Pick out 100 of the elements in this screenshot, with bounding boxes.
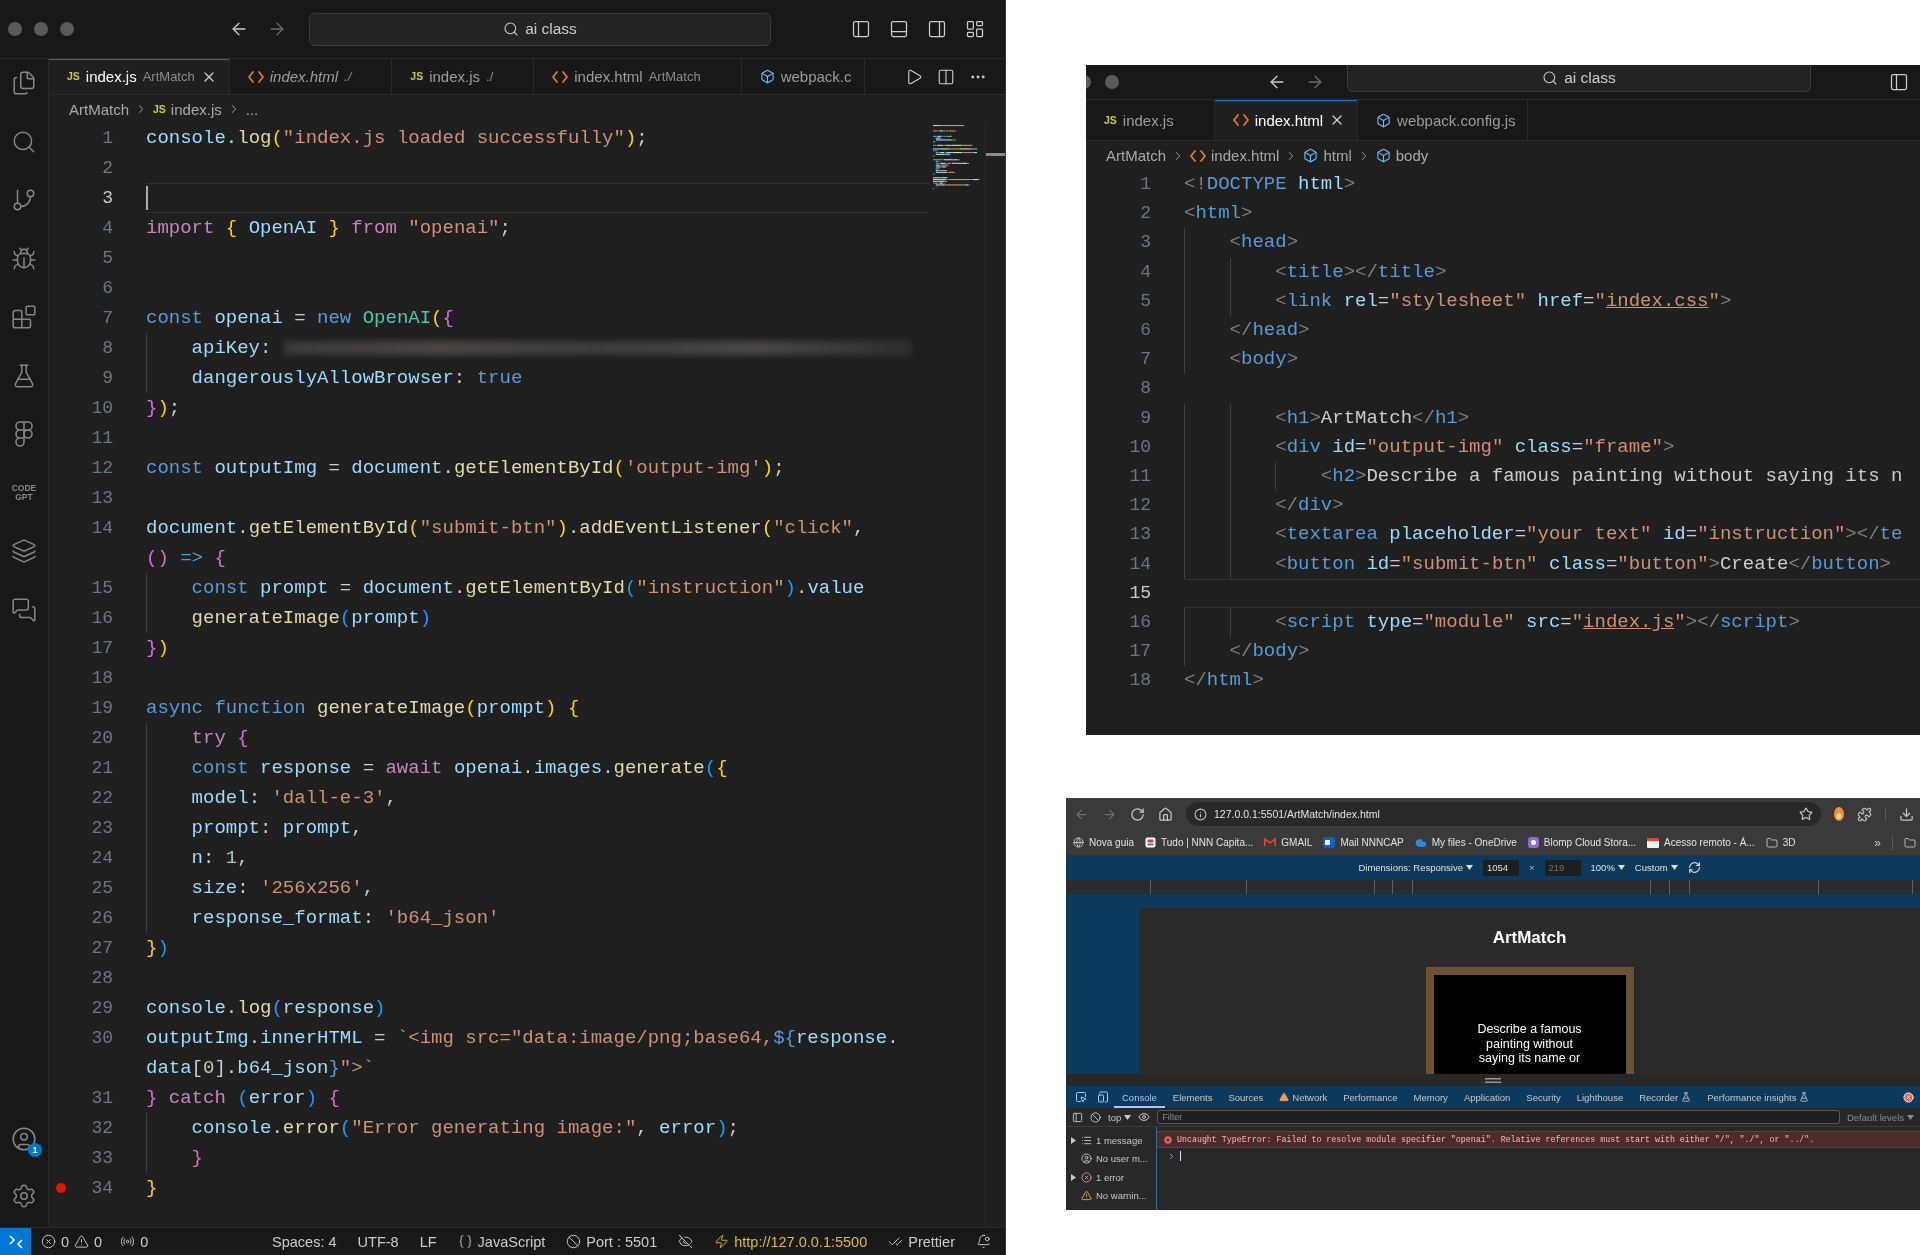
traffic-light-button[interactable] bbox=[8, 22, 22, 36]
bookmark-item[interactable]: My files - OneDrive bbox=[1414, 836, 1517, 849]
zoom-dropdown[interactable]: 100% bbox=[1590, 862, 1625, 873]
panel-left-icon[interactable] bbox=[1889, 72, 1909, 92]
drag-handle-icon[interactable] bbox=[1485, 1077, 1501, 1083]
shapes-icon[interactable] bbox=[14, 421, 34, 447]
expand-caret-icon[interactable] bbox=[1071, 1136, 1076, 1144]
indentation-status[interactable]: Spaces: 4 bbox=[272, 1233, 337, 1250]
remote-button[interactable] bbox=[0, 1228, 31, 1255]
devtools-tab[interactable]: Recorder bbox=[1631, 1086, 1700, 1108]
devices-icon[interactable] bbox=[1097, 1091, 1109, 1103]
settings-icon[interactable] bbox=[11, 1183, 37, 1209]
breadcrumb-item[interactable]: ArtMatch bbox=[1106, 147, 1166, 164]
devtools-tab[interactable]: Security bbox=[1518, 1086, 1569, 1108]
address-bar[interactable]: 127.0.0.1:5501/ArtMatch/index.html bbox=[1186, 802, 1821, 826]
console-sidebar-item[interactable]: 1 message bbox=[1066, 1131, 1156, 1150]
layers-icon[interactable] bbox=[11, 538, 37, 564]
console-sidebar-item[interactable]: No warnin... bbox=[1066, 1186, 1156, 1205]
console-sidebar-item[interactable]: 1 error bbox=[1066, 1168, 1156, 1187]
devtools-tab[interactable]: Elements bbox=[1164, 1086, 1221, 1108]
panel-right-icon[interactable] bbox=[927, 19, 947, 39]
levels-dropdown[interactable]: Default levels bbox=[1846, 1111, 1914, 1123]
code-brackets-icon bbox=[552, 70, 569, 83]
breadcrumb-item[interactable]: html bbox=[1303, 147, 1352, 164]
traffic-light-button[interactable] bbox=[34, 22, 48, 36]
prettier-status[interactable]: Prettier bbox=[888, 1233, 955, 1250]
more-bookmarks-button[interactable]: » bbox=[1874, 835, 1881, 850]
play-icon[interactable] bbox=[905, 67, 923, 86]
codegpt-logo[interactable]: CODE GPT bbox=[11, 484, 37, 501]
traffic-light-button[interactable] bbox=[1086, 75, 1091, 89]
width-field[interactable]: 1054 bbox=[1482, 859, 1519, 876]
devtools-tab[interactable]: Sources bbox=[1220, 1086, 1272, 1108]
blocks-icon[interactable] bbox=[11, 304, 37, 330]
bookmark-item[interactable]: 3D bbox=[1765, 836, 1796, 849]
dimensions-dropdown[interactable]: Dimensions: Responsive bbox=[1358, 862, 1473, 873]
traffic-light-button[interactable] bbox=[60, 22, 74, 36]
cloud-icon bbox=[1414, 836, 1427, 849]
language-status[interactable]: JavaScript bbox=[457, 1233, 546, 1250]
bookmark-item[interactable]: Blomp Cloud Stora... bbox=[1527, 837, 1637, 848]
code-brackets-icon bbox=[247, 70, 264, 83]
home-icon[interactable] bbox=[1158, 806, 1173, 822]
layout-grid-icon[interactable] bbox=[965, 19, 985, 39]
folder-icon[interactable] bbox=[1904, 836, 1916, 849]
info-icon[interactable] bbox=[1194, 807, 1207, 821]
live-server-status[interactable]: http://127.0.0.1:5500 bbox=[714, 1233, 868, 1250]
account-icon[interactable] bbox=[11, 1126, 37, 1152]
ports-status[interactable]: 0 bbox=[120, 1233, 149, 1250]
bookmark-item[interactable]: GMAIL bbox=[1264, 837, 1313, 848]
editor-tab[interactable]: JS index.js ArtMatch bbox=[49, 59, 230, 94]
eye-icon[interactable] bbox=[1138, 1111, 1151, 1123]
editor-tab[interactable]: index.html bbox=[1214, 100, 1359, 140]
breadcrumb-item[interactable]: ... bbox=[245, 100, 259, 118]
port-status[interactable]: Port : 5501 bbox=[566, 1233, 658, 1250]
breakpoint-dot[interactable] bbox=[56, 1183, 66, 1193]
bookmark-item[interactable]: Mail NNNCAP bbox=[1323, 837, 1404, 848]
console-sidebar-item[interactable]: No user m... bbox=[1066, 1149, 1156, 1168]
breadcrumb-item[interactable]: index.html bbox=[1190, 147, 1280, 164]
command-search-box[interactable]: ai class bbox=[309, 12, 771, 46]
devtools-tab[interactable]: Lighthouse bbox=[1568, 1086, 1632, 1108]
star-icon[interactable] bbox=[1799, 807, 1813, 821]
command-search-box[interactable]: ai class bbox=[1347, 65, 1811, 92]
bug-icon[interactable] bbox=[11, 245, 37, 272]
puzzle-icon[interactable] bbox=[1857, 806, 1872, 822]
devtools-tab[interactable]: Application bbox=[1455, 1086, 1519, 1108]
line-ending-status[interactable]: LF bbox=[419, 1233, 437, 1250]
branch-icon[interactable] bbox=[11, 187, 37, 213]
breadcrumb-item[interactable]: ArtMatch bbox=[69, 100, 129, 118]
filter-field[interactable]: Filter bbox=[1157, 1110, 1840, 1124]
panel-left-icon[interactable] bbox=[1072, 1111, 1083, 1123]
oval-icon[interactable] bbox=[1834, 807, 1844, 821]
chat-icon[interactable] bbox=[11, 596, 37, 623]
panel-bottom-icon[interactable] bbox=[889, 19, 909, 39]
ban-icon[interactable] bbox=[1090, 1111, 1101, 1123]
circular-arrows-icon[interactable] bbox=[1687, 861, 1701, 874]
devtools-tab[interactable]: Memory bbox=[1405, 1086, 1456, 1108]
encoding-status[interactable]: UTF-8 bbox=[357, 1233, 399, 1250]
devtools-tab[interactable]: Performance bbox=[1335, 1086, 1406, 1108]
line-number: 26 bbox=[90, 907, 113, 930]
pointer-in-square-icon[interactable] bbox=[1075, 1091, 1087, 1103]
columns-icon[interactable] bbox=[937, 67, 955, 86]
bookmark-item[interactable]: Acesso remoto - Á... bbox=[1647, 837, 1755, 848]
bell-icon[interactable] bbox=[976, 1234, 991, 1249]
expand-caret-icon[interactable] bbox=[1071, 1173, 1076, 1181]
bookmark-item[interactable]: Nova guia bbox=[1073, 837, 1135, 848]
breadcrumb-item[interactable]: body bbox=[1375, 147, 1429, 164]
panel-left-icon[interactable] bbox=[851, 19, 871, 39]
eye-off-icon[interactable] bbox=[678, 1234, 694, 1249]
devtools-tab[interactable]: Performance insights bbox=[1699, 1086, 1818, 1108]
problems-status[interactable]: 0 0 bbox=[41, 1233, 103, 1250]
reload-icon[interactable] bbox=[1130, 806, 1145, 822]
throttling-dropdown[interactable]: Custom bbox=[1634, 862, 1678, 873]
error-icon[interactable] bbox=[1903, 1091, 1914, 1103]
breadcrumb-item[interactable]: JS index.js bbox=[153, 100, 222, 118]
traffic-light-button[interactable] bbox=[1105, 75, 1119, 89]
devtools-tab[interactable]: Network bbox=[1271, 1086, 1336, 1108]
files-icon[interactable] bbox=[11, 70, 37, 96]
download-icon[interactable] bbox=[1899, 806, 1914, 822]
bookmark-item[interactable]: Tudo | NNN Capita... bbox=[1145, 837, 1254, 848]
mail-tile-icon bbox=[1323, 837, 1336, 848]
context-dropdown[interactable]: top bbox=[1108, 1111, 1132, 1123]
